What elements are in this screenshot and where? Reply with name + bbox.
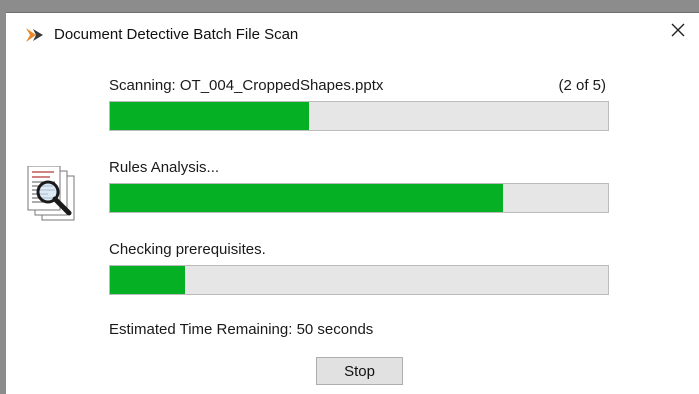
close-button[interactable] (657, 13, 699, 51)
prerequisites-progress-fill (110, 266, 185, 294)
prerequisites-progress-bar (109, 265, 609, 295)
file-count-label: (2 of 5) (558, 77, 606, 94)
scan-dialog-window: Document Detective Batch File Scan Scann… (6, 12, 699, 394)
scanning-progress-bar (109, 101, 609, 131)
rules-analysis-label: Rules Analysis... (109, 159, 220, 176)
document-magnifier-icon (24, 165, 84, 236)
time-remaining-label: Estimated Time Remaining: 50 seconds (109, 321, 374, 338)
window-title: Document Detective Batch File Scan (54, 26, 299, 43)
close-icon (670, 22, 686, 43)
scanning-file-label: Scanning: OT_004_CroppedShapes.pptx (109, 77, 384, 94)
rules-analysis-progress-bar (109, 183, 609, 213)
prerequisites-label: Checking prerequisites. (109, 241, 266, 258)
title-bar: Document Detective Batch File Scan (6, 13, 699, 53)
stop-button[interactable]: Stop (316, 357, 403, 385)
rules-analysis-progress-fill (110, 184, 504, 212)
document-detective-logo-icon (24, 26, 46, 44)
scanning-progress-fill (110, 102, 310, 130)
